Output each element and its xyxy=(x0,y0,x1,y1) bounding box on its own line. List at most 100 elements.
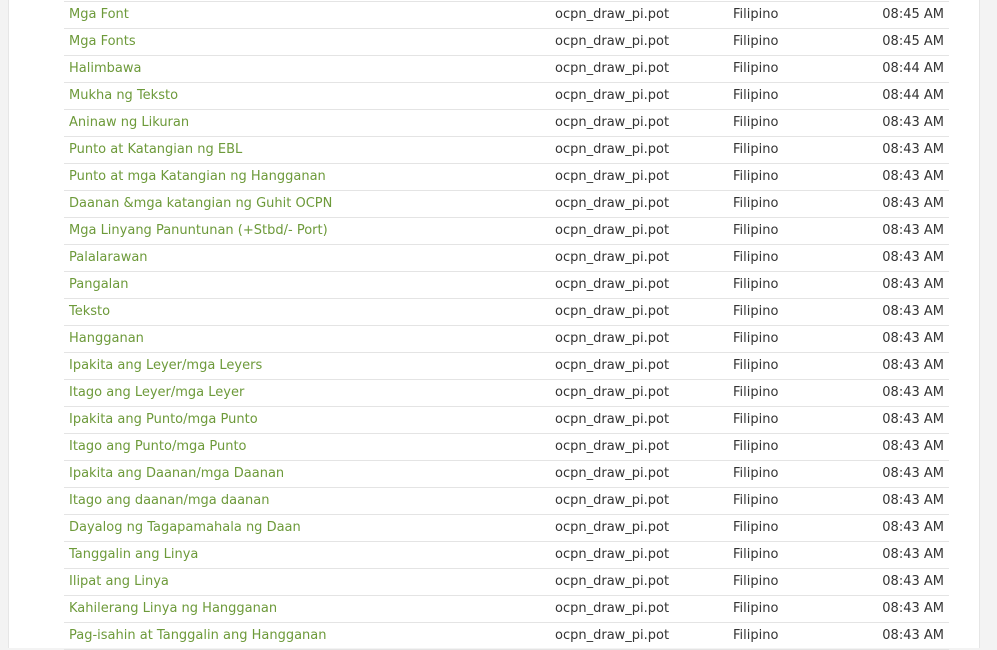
language-name: Filipino xyxy=(733,196,779,211)
file-name: ocpn_draw_pi.pot xyxy=(555,547,670,562)
timestamp: 08:43 AM xyxy=(882,250,944,265)
table-row: Daanan &mga katangian ng Guhit OCPN ocpn_… xyxy=(64,191,949,218)
timestamp: 08:43 AM xyxy=(882,115,944,130)
string-title-link[interactable]: Palalarawan xyxy=(69,245,148,271)
string-title-link[interactable]: Ipakita ang Punto/mga Punto xyxy=(69,407,258,433)
string-title-link[interactable]: Itago ang Punto/mga Punto xyxy=(69,434,247,460)
language-name: Filipino xyxy=(733,34,779,49)
table-row: Dayalog ng Tagapamahala ng Daan ocpn_draw… xyxy=(64,515,949,542)
language-name: Filipino xyxy=(733,493,779,508)
table-row: Mga Fonts ocpn_draw_pi.pot Filipino 08:45 A… xyxy=(64,29,949,56)
timestamp: 08:43 AM xyxy=(882,520,944,535)
table-row: Itago ang Punto/mga Punto ocpn_draw_pi.po… xyxy=(64,434,949,461)
file-name: ocpn_draw_pi.pot xyxy=(555,520,670,535)
string-title-link[interactable]: Hangganan xyxy=(69,326,144,352)
timestamp: 08:43 AM xyxy=(882,169,944,184)
timestamp: 08:44 AM xyxy=(882,61,944,76)
table-row: Palalarawan ocpn_draw_pi.pot Filipino 08:43… xyxy=(64,245,949,272)
table-row: Punto at Katangian ng EBL ocpn_draw_pi.po… xyxy=(64,137,949,164)
timestamp: 08:43 AM xyxy=(882,628,944,643)
language-name: Filipino xyxy=(733,439,779,454)
string-title-link[interactable]: Mukha ng Teksto xyxy=(69,83,178,109)
string-title-link[interactable]: Punto at mga Katangian ng Hangganan xyxy=(69,164,326,190)
table-row: Halimbawa ocpn_draw_pi.pot Filipino 08:44 A… xyxy=(64,56,949,83)
file-name: ocpn_draw_pi.pot xyxy=(555,223,670,238)
file-name: ocpn_draw_pi.pot xyxy=(555,277,670,292)
string-title-link[interactable]: Aninaw ng Likuran xyxy=(69,110,189,136)
file-name: ocpn_draw_pi.pot xyxy=(555,304,670,319)
table-row: Aninaw ng Likuran ocpn_draw_pi.pot Filipin… xyxy=(64,110,949,137)
string-title-link[interactable]: Ipakita ang Leyer/mga Leyers xyxy=(69,353,262,379)
table-row: Ipakita ang Daanan/mga Daanan ocpn_draw_p… xyxy=(64,461,949,488)
language-name: Filipino xyxy=(733,169,779,184)
file-name: ocpn_draw_pi.pot xyxy=(555,358,670,373)
language-name: Filipino xyxy=(733,547,779,562)
file-name: ocpn_draw_pi.pot xyxy=(555,142,670,157)
string-title-link[interactable]: Mga Fonts xyxy=(69,29,136,55)
string-title-link[interactable]: Teksto xyxy=(69,299,110,325)
table-row: Pangalan ocpn_draw_pi.pot Filipino 08:43 AM xyxy=(64,272,949,299)
table-row: Mukha ng Teksto ocpn_draw_pi.pot Filipino 0… xyxy=(64,83,949,110)
timestamp: 08:43 AM xyxy=(882,493,944,508)
timestamp: 08:43 AM xyxy=(882,142,944,157)
timestamp: 08:43 AM xyxy=(882,574,944,589)
table-row: Kahilerang Linya ng Hangganan ocpn_draw_p… xyxy=(64,596,949,623)
timestamp: 08:43 AM xyxy=(882,466,944,481)
table-row: Mga Linyang Panuntunan (+Stbd/- Port) ocp… xyxy=(64,218,949,245)
translation-activity-table: Mga Font ocpn_draw_pi.pot Filipino 08:45 AM… xyxy=(64,1,949,650)
string-title-link[interactable]: Kahilerang Linya ng Hangganan xyxy=(69,596,277,622)
language-name: Filipino xyxy=(733,331,779,346)
file-name: ocpn_draw_pi.pot xyxy=(555,331,670,346)
timestamp: 08:45 AM xyxy=(882,7,944,22)
string-title-link[interactable]: Pangalan xyxy=(69,272,129,298)
timestamp: 08:43 AM xyxy=(882,223,944,238)
string-title-link[interactable]: Daanan &mga katangian ng Guhit OCPN xyxy=(69,191,332,217)
language-name: Filipino xyxy=(733,142,779,157)
file-name: ocpn_draw_pi.pot xyxy=(555,493,670,508)
string-title-link[interactable]: Itago ang Leyer/mga Leyer xyxy=(69,380,244,406)
timestamp: 08:43 AM xyxy=(882,385,944,400)
language-name: Filipino xyxy=(733,628,779,643)
file-name: ocpn_draw_pi.pot xyxy=(555,466,670,481)
string-title-link[interactable]: Ipakita ang Daanan/mga Daanan xyxy=(69,461,284,487)
file-name: ocpn_draw_pi.pot xyxy=(555,574,670,589)
string-title-link[interactable]: Punto at Katangian ng EBL xyxy=(69,137,242,163)
string-title-link[interactable]: Itago ang daanan/mga daanan xyxy=(69,488,269,514)
file-name: ocpn_draw_pi.pot xyxy=(555,61,670,76)
table-row: Itago ang daanan/mga daanan ocpn_draw_pi.… xyxy=(64,488,949,515)
timestamp: 08:43 AM xyxy=(882,277,944,292)
file-name: ocpn_draw_pi.pot xyxy=(555,385,670,400)
file-name: ocpn_draw_pi.pot xyxy=(555,439,670,454)
timestamp: 08:43 AM xyxy=(882,358,944,373)
file-name: ocpn_draw_pi.pot xyxy=(555,7,670,22)
table-row: Itago ang Leyer/mga Leyer ocpn_draw_pi.po… xyxy=(64,380,949,407)
language-name: Filipino xyxy=(733,115,779,130)
language-name: Filipino xyxy=(733,466,779,481)
file-name: ocpn_draw_pi.pot xyxy=(555,88,670,103)
file-name: ocpn_draw_pi.pot xyxy=(555,169,670,184)
table-row: Teksto ocpn_draw_pi.pot Filipino 08:43 AM xyxy=(64,299,949,326)
string-title-link[interactable]: Halimbawa xyxy=(69,56,141,82)
language-name: Filipino xyxy=(733,601,779,616)
timestamp: 08:43 AM xyxy=(882,601,944,616)
table-row: Hangganan ocpn_draw_pi.pot Filipino 08:43 A… xyxy=(64,326,949,353)
string-title-link[interactable]: Dayalog ng Tagapamahala ng Daan xyxy=(69,515,301,541)
table-row: Ipakita ang Punto/mga Punto ocpn_draw_pi.… xyxy=(64,407,949,434)
timestamp: 08:43 AM xyxy=(882,547,944,562)
string-title-link[interactable]: Mga Linyang Panuntunan (+Stbd/- Port) xyxy=(69,218,328,244)
string-title-link[interactable]: Pag-isahin at Tanggalin ang Hangganan xyxy=(69,623,326,649)
language-name: Filipino xyxy=(733,61,779,76)
language-name: Filipino xyxy=(733,412,779,427)
timestamp: 08:45 AM xyxy=(882,34,944,49)
language-name: Filipino xyxy=(733,304,779,319)
timestamp: 08:43 AM xyxy=(882,412,944,427)
language-name: Filipino xyxy=(733,358,779,373)
string-title-link[interactable]: Mga Font xyxy=(69,2,129,28)
file-name: ocpn_draw_pi.pot xyxy=(555,628,670,643)
table-row: Ipakita ang Leyer/mga Leyers ocpn_draw_pi… xyxy=(64,353,949,380)
string-title-link[interactable]: Ilipat ang Linya xyxy=(69,569,169,595)
timestamp: 08:43 AM xyxy=(882,196,944,211)
language-name: Filipino xyxy=(733,7,779,22)
file-name: ocpn_draw_pi.pot xyxy=(555,196,670,211)
string-title-link[interactable]: Tanggalin ang Linya xyxy=(69,542,198,568)
